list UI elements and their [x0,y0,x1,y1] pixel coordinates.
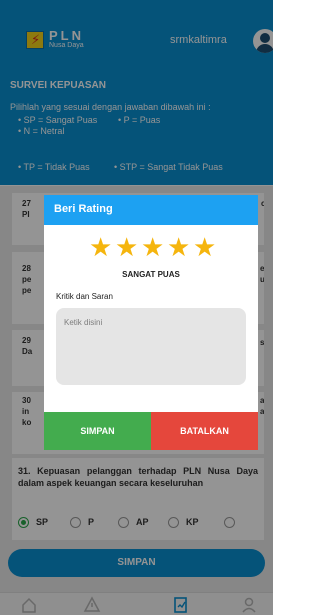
star-icon[interactable]: ★ [193,235,216,261]
comment-label: Kritik dan Saran [56,292,113,301]
star-icon[interactable]: ★ [141,235,164,261]
rating-dialog: Beri Rating ★ ★ ★ ★ ★ SANGAT PUAS Kritik… [44,195,258,450]
dialog-save-button[interactable]: SIMPAN [44,412,151,450]
dialog-title: Beri Rating [54,203,113,215]
star-icon[interactable]: ★ [89,235,112,261]
rating-label: SANGAT PUAS [122,270,180,279]
star-icon[interactable]: ★ [115,235,138,261]
dialog-cancel-button[interactable]: BATALKAN [151,412,258,450]
star-icon[interactable]: ★ [167,235,190,261]
star-rating: ★ ★ ★ ★ ★ [89,235,219,261]
dialog-header: Beri Rating [44,195,258,225]
comment-input[interactable] [56,308,246,385]
